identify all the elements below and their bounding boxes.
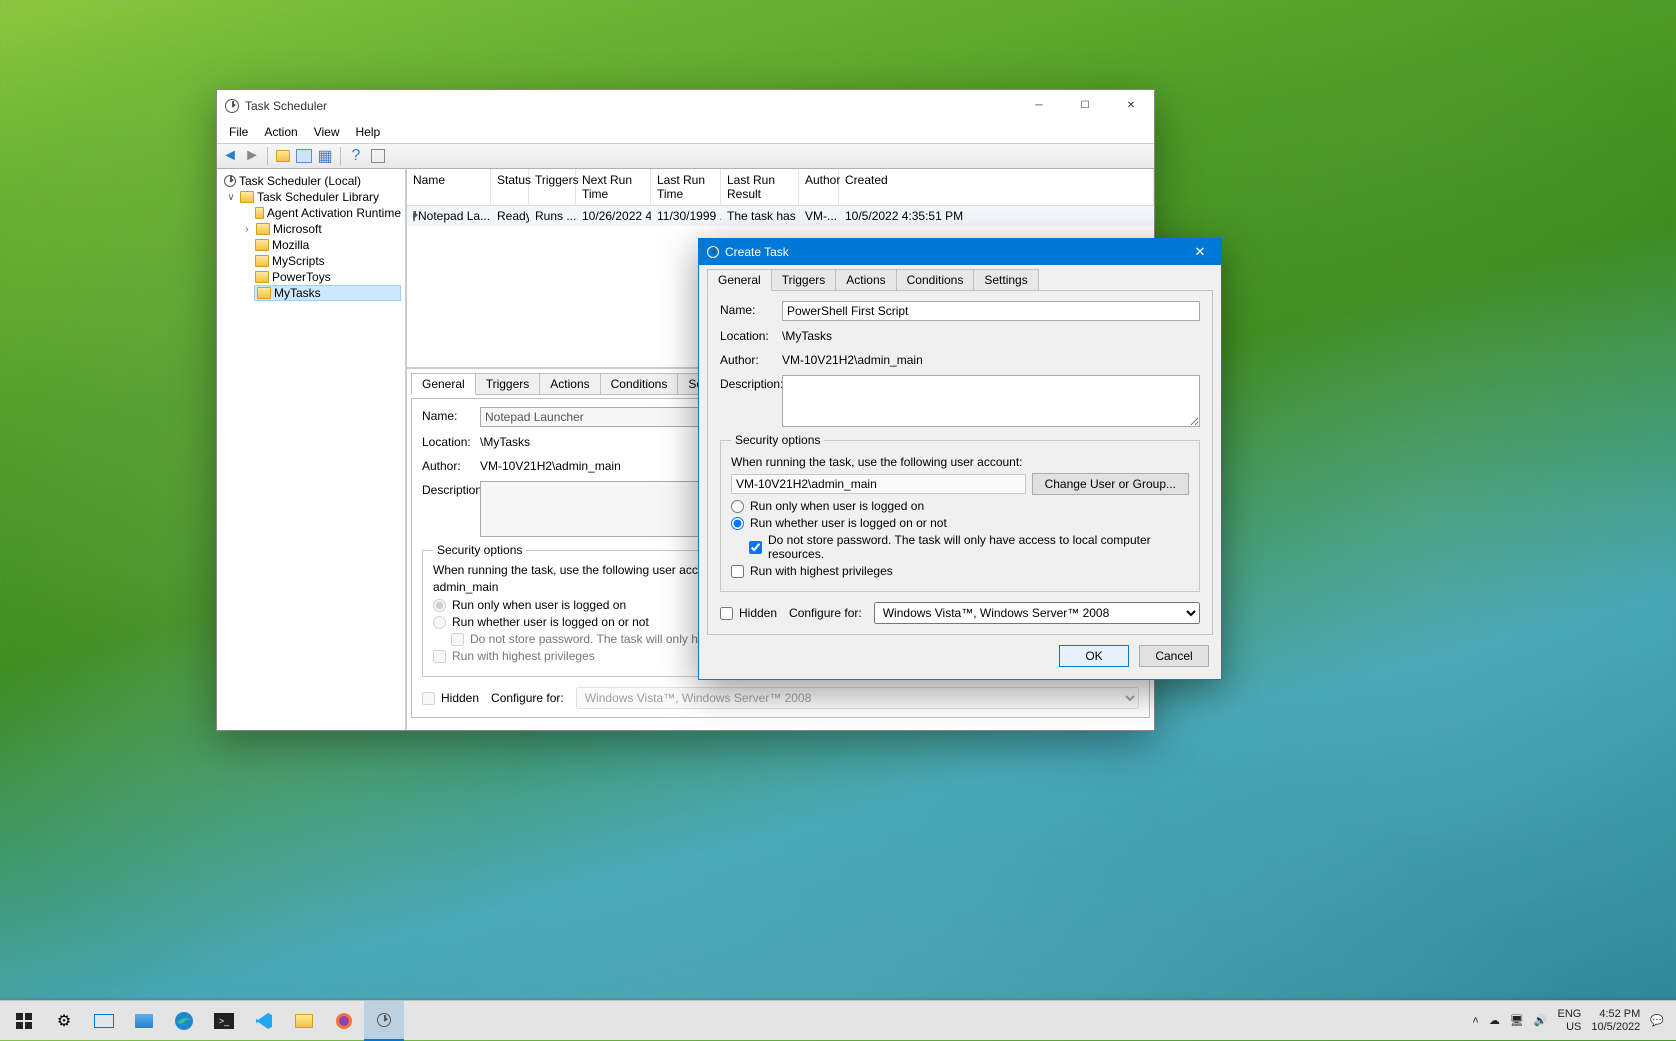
toolbar: ◄ ► ▦ ? [217,143,1154,169]
panel-icon[interactable] [296,149,312,163]
col-status[interactable]: Status [491,169,529,205]
description-input[interactable] [782,375,1200,427]
explorer-icon[interactable] [124,1001,164,1041]
taskbar: ⚙ >_ ˄ ☁ 🖥 🔊 ENGUS 4:52 PM10/5/2022 💬 [0,1000,1676,1040]
forward-icon[interactable]: ► [243,147,261,165]
system-tray[interactable]: ˄ ☁ 🖥 🔊 ENGUS 4:52 PM10/5/2022 💬 [1464,1008,1672,1033]
radio-run-whether [433,616,446,629]
vscode-icon[interactable] [244,1001,284,1041]
dialog-close-button[interactable]: ✕ [1179,239,1221,265]
create-task-dialog: Create Task ✕ General Triggers Actions C… [698,238,1222,680]
col-author[interactable]: Author [799,169,839,205]
col-next[interactable]: Next Run Time [576,169,651,205]
tree-item[interactable]: Agent Activation Runtime [221,205,401,221]
app-icon [225,99,239,113]
up-icon[interactable] [274,147,292,165]
dialog-security-options: Security options When running the task, … [720,433,1200,592]
start-button[interactable] [4,1001,44,1041]
dialog-icon [707,246,719,258]
check-hidden[interactable] [720,607,733,620]
configure-for-select[interactable]: Windows Vista™, Windows Server™ 2008 [874,602,1200,624]
col-result[interactable]: Last Run Result [721,169,799,205]
user-account-value: VM-10V21H2\admin_main [731,474,1026,494]
tree-item[interactable]: Mozilla [221,237,401,253]
col-created[interactable]: Created [839,169,1154,205]
maximize-button[interactable]: ☐ [1062,90,1108,121]
task-view-icon[interactable] [84,1001,124,1041]
check-no-password[interactable] [749,541,762,554]
tab-general[interactable]: General [411,373,476,395]
tree-root[interactable]: Task Scheduler (Local) [221,173,401,189]
nav-tree[interactable]: Task Scheduler (Local) ∨Task Scheduler L… [217,169,407,730]
task-row[interactable]: Notepad La... Ready Runs ... 10/26/2022 … [407,206,1154,226]
dialog-tab-actions[interactable]: Actions [835,269,896,291]
close-button[interactable]: ✕ [1108,90,1154,121]
check-highest[interactable] [731,565,744,578]
terminal-icon[interactable]: >_ [204,1001,244,1041]
check-hidden [422,692,435,705]
col-last[interactable]: Last Run Time [651,169,721,205]
display-icon[interactable]: 🖥 [1510,1014,1524,1027]
tab-conditions[interactable]: Conditions [600,373,679,395]
radio-run-whether[interactable] [731,517,744,530]
dialog-tab-general[interactable]: General [707,269,772,291]
tree-item-selected[interactable]: MyTasks [254,285,401,301]
tab-actions[interactable]: Actions [539,373,600,395]
dialog-title-bar[interactable]: Create Task ✕ [699,239,1221,265]
refresh-icon[interactable] [369,147,387,165]
menu-bar: File Action View Help [217,121,1154,143]
title-bar[interactable]: Task Scheduler ─ ☐ ✕ [217,90,1154,121]
onedrive-icon[interactable]: ☁ [1489,1014,1500,1027]
author-value: VM-10V21H2\admin_main [782,351,1200,369]
dialog-tab-triggers[interactable]: Triggers [771,269,837,291]
window-title: Task Scheduler [245,99,327,113]
task-list-header[interactable]: Name Status Triggers Next Run Time Last … [407,169,1154,206]
radio-run-only-logged[interactable] [731,500,744,513]
dialog-tab-settings[interactable]: Settings [973,269,1038,291]
language-indicator[interactable]: ENGUS [1558,1008,1582,1033]
location-value: \MyTasks [782,327,1200,345]
tree-item[interactable]: ›Microsoft [221,221,401,237]
task-icon [413,211,415,222]
notifications-icon[interactable]: 💬 [1650,1014,1664,1027]
tab-triggers[interactable]: Triggers [475,373,541,395]
change-user-button[interactable]: Change User or Group... [1032,473,1189,495]
help-icon[interactable]: ? [347,147,365,165]
tree-item[interactable]: MyScripts [221,253,401,269]
configure-for-select: Windows Vista™, Windows Server™ 2008 [576,687,1139,709]
menu-view[interactable]: View [306,123,348,141]
volume-icon[interactable]: 🔊 [1534,1014,1548,1027]
name-input[interactable] [782,301,1200,321]
tree-library[interactable]: ∨Task Scheduler Library [221,189,401,205]
ok-button[interactable]: OK [1059,645,1129,667]
tray-chevron-icon[interactable]: ˄ [1472,1015,1478,1027]
cancel-button[interactable]: Cancel [1139,645,1209,667]
check-highest [433,650,446,663]
minimize-button[interactable]: ─ [1016,90,1062,121]
radio-run-only-logged [433,599,446,612]
firefox-icon[interactable] [324,1001,364,1041]
check-no-password [451,633,464,646]
clock[interactable]: 4:52 PM10/5/2022 [1591,1008,1640,1033]
file-explorer-icon[interactable] [284,1001,324,1041]
task-scheduler-taskbar-icon[interactable] [364,1001,404,1041]
menu-action[interactable]: Action [256,123,305,141]
properties-icon[interactable]: ▦ [316,147,334,165]
col-name[interactable]: Name [407,169,491,205]
dialog-tab-conditions[interactable]: Conditions [896,269,975,291]
edge-icon[interactable] [164,1001,204,1041]
settings-icon[interactable]: ⚙ [44,1001,84,1041]
col-triggers[interactable]: Triggers [529,169,576,205]
back-icon[interactable]: ◄ [221,147,239,165]
menu-file[interactable]: File [221,123,256,141]
menu-help[interactable]: Help [348,123,389,141]
tree-item[interactable]: PowerToys [221,269,401,285]
